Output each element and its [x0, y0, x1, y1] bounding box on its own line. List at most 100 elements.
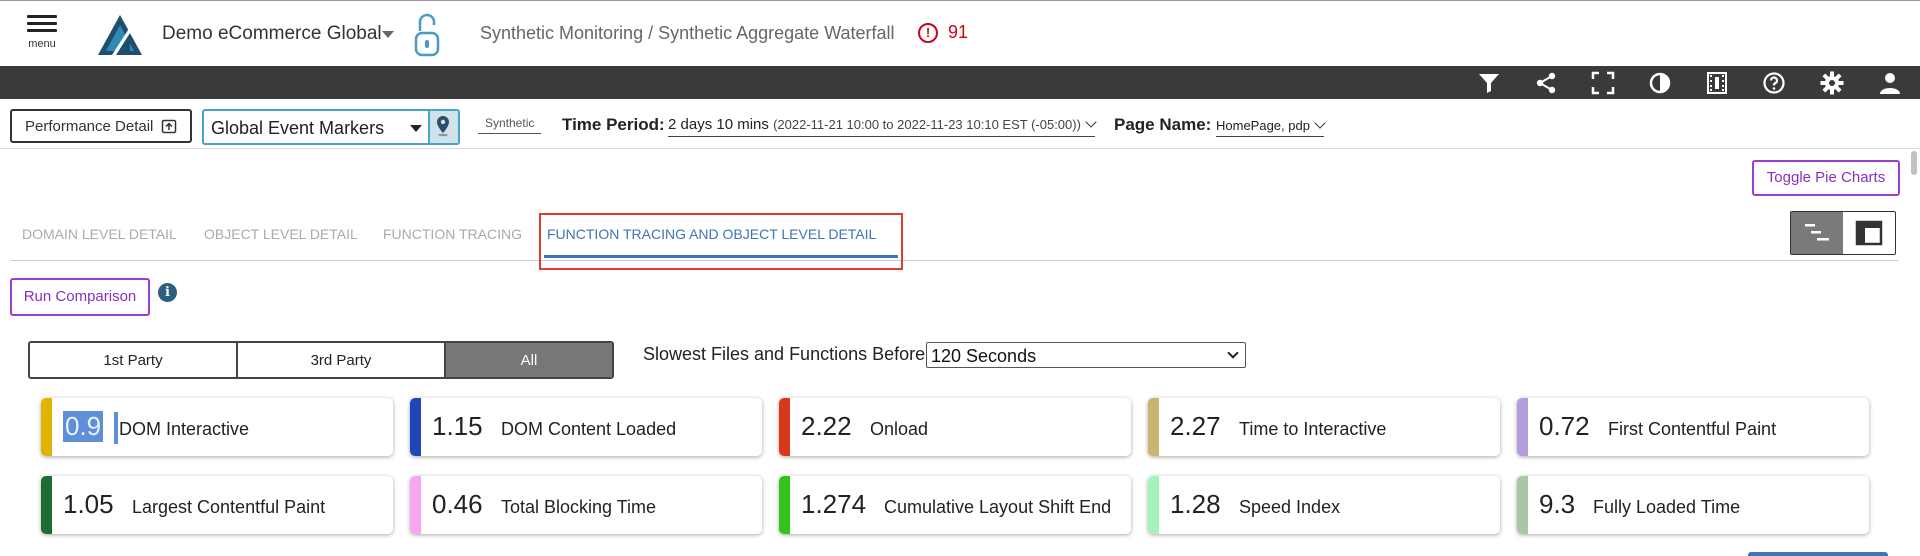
page-name-select[interactable]: HomePage, pdp [1216, 117, 1326, 137]
metric-label: Speed Index [1239, 497, 1341, 517]
chevron-down-icon [1314, 117, 1326, 129]
time-period-label: Time Period: [562, 115, 665, 134]
first-party-button[interactable]: 1st Party [30, 343, 238, 377]
chevron-down-icon [1227, 347, 1239, 359]
tab-domain-level-detail[interactable]: DOMAIN LEVEL DETAIL [22, 226, 177, 242]
user-icon[interactable] [1878, 71, 1902, 95]
metric-label: Fully Loaded Time [1593, 497, 1741, 517]
metric-label: DOM Interactive [119, 419, 250, 439]
gear-icon[interactable] [1820, 71, 1844, 95]
help-icon[interactable] [1762, 71, 1786, 95]
metric-label: Time to Interactive [1239, 419, 1387, 439]
time-period-value: 2 days 10 mins [668, 116, 769, 133]
metric-value: 2.27 [1170, 411, 1221, 441]
slowest-files-value: 120 Seconds [931, 346, 1037, 366]
info-icon[interactable]: i [158, 283, 177, 302]
event-markers-value: Global Event Markers [211, 118, 385, 138]
metric-card-time-to-interactive[interactable]: 2.27 Time to Interactive [1148, 398, 1500, 456]
share-icon[interactable] [1534, 71, 1558, 95]
metric-value: 0.72 [1539, 411, 1590, 441]
menu-button[interactable]: menu [18, 13, 66, 63]
third-party-button[interactable]: 3rd Party [238, 343, 446, 377]
metric-card-total-blocking-time[interactable]: 0.46 Total Blocking Time [410, 476, 762, 534]
event-markers-select[interactable]: Global Event Markers [202, 109, 460, 145]
performance-detail-label: Performance Detail [25, 117, 154, 135]
alerts-indicator[interactable]: ! 91 [918, 22, 968, 43]
metric-value: 2.22 [801, 411, 852, 441]
fullscreen-icon[interactable] [1591, 71, 1615, 95]
metric-label: Onload [870, 419, 929, 439]
metric-card-largest-contentful-paint[interactable]: 1.05 Largest Contentful Paint [41, 476, 393, 534]
metric-card-fully-loaded-time[interactable]: 9.3 Fully Loaded Time [1517, 476, 1869, 534]
event-marker-pin-button[interactable] [428, 111, 458, 143]
toggle-pie-charts-button[interactable]: Toggle Pie Charts [1752, 160, 1900, 196]
app-switcher-caret-icon[interactable] [382, 31, 394, 38]
tab-function-tracing[interactable]: FUNCTION TRACING [383, 226, 522, 242]
metric-label: Largest Contentful Paint [132, 497, 326, 517]
dropdown-caret-icon [410, 125, 422, 132]
map-pin-icon [437, 116, 449, 137]
breadcrumb[interactable]: Synthetic Monitoring / Synthetic Aggrega… [480, 23, 895, 44]
action-toolbar [0, 66, 1920, 99]
text-cursor [114, 412, 118, 444]
layout-view-button[interactable] [1843, 212, 1895, 254]
metric-color-stripe [1148, 476, 1159, 534]
metric-card-onload[interactable]: 2.22 Onload [779, 398, 1131, 456]
page-name-label: Page Name: [1114, 115, 1212, 134]
unlocked-lock-icon[interactable] [412, 13, 442, 57]
metric-card-first-contentful-paint[interactable]: 0.72 First Contentful Paint [1517, 398, 1869, 456]
metric-color-stripe [41, 398, 52, 456]
filter-bar: Performance Detail Global Event Markers … [0, 99, 1920, 149]
metric-color-stripe [410, 476, 421, 534]
metric-value: 1.15 [432, 411, 483, 441]
metric-value: 1.05 [63, 489, 114, 519]
metric-color-stripe [779, 398, 790, 456]
alert-icon: ! [918, 22, 938, 43]
metric-card-dom-content-loaded[interactable]: 1.15 DOM Content Loaded [410, 398, 762, 456]
metric-color-stripe [1517, 476, 1528, 534]
metric-color-stripe [41, 476, 52, 534]
page-name-value: HomePage, pdp [1216, 118, 1310, 133]
time-period-select[interactable]: 2 days 10 mins (2022-11-21 10:00 to 2022… [668, 116, 1097, 137]
logo-icon [98, 15, 142, 55]
metric-value: 0.46 [432, 489, 483, 519]
alert-count: 91 [948, 22, 969, 42]
run-comparison-button[interactable]: Run Comparison [10, 278, 150, 316]
hamburger-icon-bar [27, 22, 57, 25]
all-party-button[interactable]: All [446, 343, 612, 377]
chevron-down-icon [1085, 116, 1097, 128]
active-tab-highlight-box [539, 213, 903, 270]
menu-label: menu [28, 38, 56, 50]
metric-label: DOM Content Loaded [501, 419, 677, 439]
metric-value: 0.9 [63, 411, 104, 442]
film-icon[interactable] [1705, 71, 1729, 95]
app-header: menu Demo eCommerce Global Synthetic Mon… [0, 0, 1920, 66]
metric-card-dom-interactive[interactable]: 0.9 DOM Interactive [41, 398, 393, 456]
metric-color-stripe [410, 398, 421, 456]
hamburger-icon [27, 15, 57, 18]
open-external-icon [162, 119, 177, 134]
contrast-icon[interactable] [1648, 71, 1672, 95]
hamburger-icon-bar [27, 29, 57, 32]
waterfall-icon [1805, 224, 1829, 241]
time-period-range: (2022-11-21 10:00 to 2022-11-23 10:10 ES… [773, 117, 1081, 132]
tab-object-level-detail[interactable]: OBJECT LEVEL DETAIL [204, 226, 358, 242]
app-name: Demo eCommerce Global [162, 23, 382, 44]
metric-card-speed-index[interactable]: 1.28 Speed Index [1148, 476, 1500, 534]
detail-tabs: DOMAIN LEVEL DETAIL OBJECT LEVEL DETAIL … [10, 213, 1898, 270]
slowest-files-label: Slowest Files and Functions Before: [643, 344, 931, 364]
waterfall-view-button[interactable] [1791, 212, 1843, 254]
view-toggle [1790, 211, 1896, 255]
synthetic-filter-tag[interactable]: Synthetic [478, 116, 542, 134]
metric-value: 1.274 [801, 489, 867, 519]
scrollbar-thumb[interactable] [1911, 151, 1917, 175]
metric-label: First Contentful Paint [1608, 419, 1777, 439]
filter-icon[interactable] [1477, 71, 1501, 95]
partially-visible-button[interactable] [1748, 552, 1888, 556]
metric-color-stripe [1148, 398, 1159, 456]
performance-detail-button[interactable]: Performance Detail [10, 109, 192, 143]
metric-color-stripe [1517, 398, 1528, 456]
slowest-files-select[interactable]: 120 Seconds [926, 342, 1246, 368]
metric-color-stripe [779, 476, 790, 534]
metric-card-cumulative-layout-shift-end[interactable]: 1.274 Cumulative Layout Shift End [779, 476, 1131, 534]
